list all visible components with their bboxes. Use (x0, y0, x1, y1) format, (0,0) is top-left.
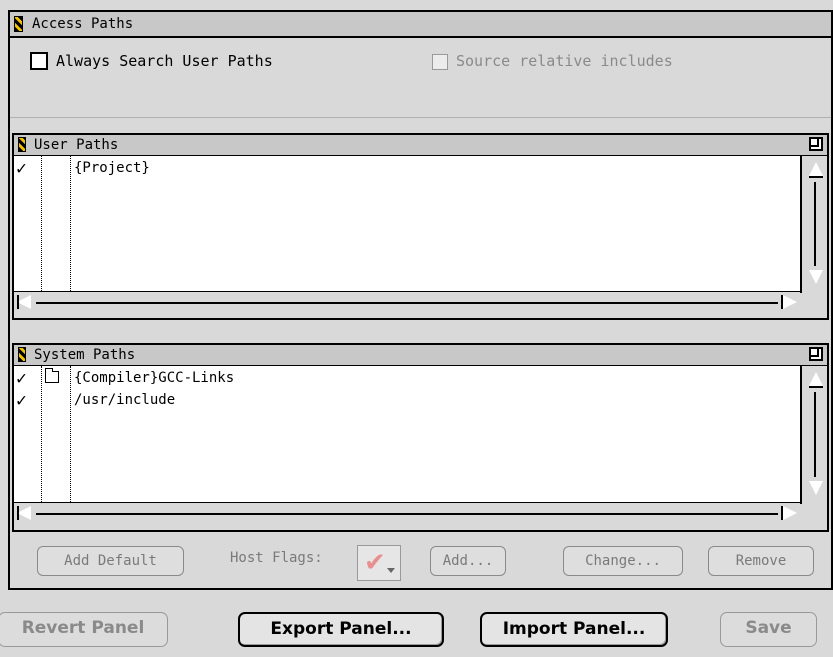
zoom-box-icon[interactable] (809, 137, 823, 151)
scroll-right-arrow-icon[interactable] (781, 506, 797, 520)
panel-title-bar: Access Paths (10, 12, 831, 38)
scroll-track[interactable] (36, 302, 778, 304)
check-icon[interactable]: ✓ (16, 390, 27, 412)
host-flags-popup[interactable]: ✔ (357, 545, 401, 581)
drag-handle-icon[interactable] (18, 137, 26, 152)
user-paths-title: User Paths (34, 137, 119, 153)
path-text: /usr/include (74, 392, 176, 408)
system-paths-title: System Paths (34, 347, 136, 363)
scroll-up-arrow-icon[interactable] (806, 158, 825, 182)
change-button[interactable]: Change... (563, 546, 683, 576)
horizontal-scrollbar[interactable] (14, 503, 800, 525)
drag-handle-icon[interactable] (18, 347, 26, 362)
revert-panel-button[interactable]: Revert Panel (0, 612, 168, 647)
source-relative-includes-label: Source relative includes (456, 52, 673, 70)
path-text: {Compiler}GCC-Links (74, 370, 235, 386)
list-item[interactable]: ✓ {Compiler}GCC-Links (14, 368, 800, 390)
add-default-button[interactable]: Add Default (37, 546, 184, 576)
always-search-user-paths-checkbox[interactable] (30, 52, 48, 70)
always-search-user-paths-label: Always Search User Paths (56, 52, 273, 70)
vertical-scrollbar[interactable] (804, 156, 827, 291)
scroll-down-arrow-icon[interactable] (806, 475, 825, 499)
scroll-track[interactable] (814, 392, 816, 477)
user-paths-list[interactable]: ✓ {Project} (14, 156, 802, 293)
panel-title: Access Paths (32, 16, 134, 32)
check-icon[interactable]: ✓ (16, 158, 27, 180)
scroll-track[interactable] (36, 513, 778, 515)
zoom-box-icon[interactable] (809, 347, 823, 361)
drag-handle-icon[interactable] (14, 16, 23, 32)
scroll-track[interactable] (814, 182, 816, 266)
user-paths-section: User Paths ✓ {Project} (12, 133, 829, 320)
dropdown-arrow-icon (387, 568, 395, 573)
remove-button[interactable]: Remove (708, 546, 814, 576)
scroll-left-arrow-icon[interactable] (17, 295, 33, 309)
list-item[interactable]: ✓ /usr/include (14, 390, 800, 412)
check-icon: ✔ (364, 548, 386, 578)
export-panel-button[interactable]: Export Panel... (238, 612, 444, 647)
import-panel-button[interactable]: Import Panel... (480, 612, 668, 647)
vertical-scrollbar[interactable] (804, 366, 827, 502)
scroll-down-arrow-icon[interactable] (806, 264, 825, 288)
scroll-up-arrow-icon[interactable] (806, 368, 825, 392)
add-button[interactable]: Add... (430, 546, 506, 576)
folder-icon[interactable] (45, 368, 59, 383)
check-icon[interactable]: ✓ (16, 368, 27, 390)
system-paths-section: System Paths ✓ {Compiler}GCC-Links ✓ /us… (12, 343, 829, 532)
user-paths-title-bar: User Paths (14, 135, 827, 156)
source-relative-includes-checkbox (432, 54, 448, 70)
scroll-left-arrow-icon[interactable] (17, 506, 33, 520)
list-item[interactable]: ✓ {Project} (14, 158, 800, 180)
divider (10, 117, 831, 118)
path-text: {Project} (74, 160, 150, 176)
horizontal-scrollbar[interactable] (14, 292, 800, 314)
system-paths-title-bar: System Paths (14, 345, 827, 366)
host-flags-label: Host Flags: (230, 550, 323, 566)
scroll-right-arrow-icon[interactable] (781, 295, 797, 309)
system-paths-list[interactable]: ✓ {Compiler}GCC-Links ✓ /usr/include (14, 366, 802, 504)
save-button[interactable]: Save (720, 612, 817, 647)
